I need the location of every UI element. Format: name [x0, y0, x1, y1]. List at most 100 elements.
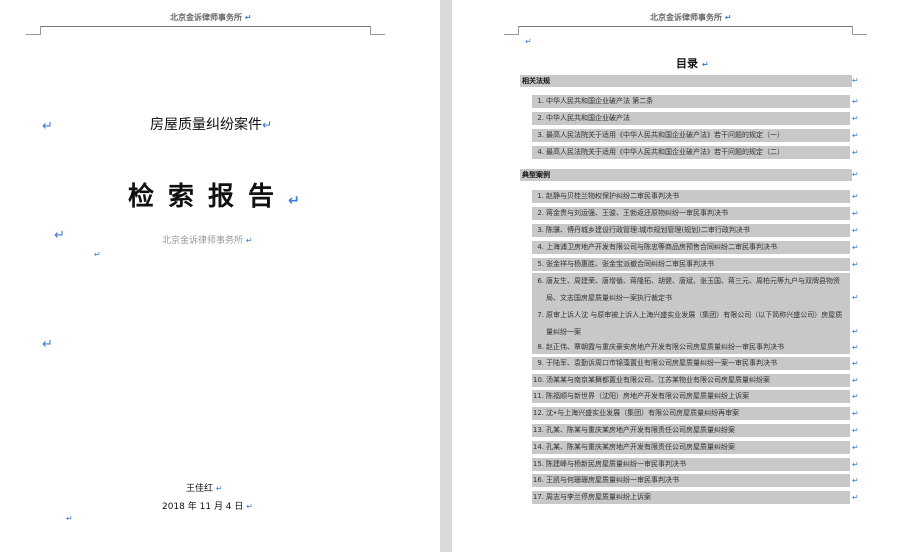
toc-item[interactable]: 5. 张金祥与杨惠胜、张金宝派撤合同纠纷二审民事判决书: [532, 258, 850, 271]
paragraph-mark-icon: ↵: [852, 392, 859, 401]
toc-item-number: 15.: [532, 460, 544, 468]
paragraph-mark-icon: ↵: [852, 343, 859, 352]
page-header: 北京金诉律师事务所 ↵: [170, 13, 252, 22]
firm-name[interactable]: 北京金诉律师事务所 ↵: [162, 233, 253, 246]
toc-item-number: 6.: [537, 277, 544, 285]
paragraph-mark-icon: ↵: [852, 476, 859, 485]
paragraph-mark-icon: ↵: [852, 260, 859, 269]
paragraph-mark-icon: ↵: [852, 97, 859, 106]
header-rule: [518, 26, 852, 27]
left-page: 北京金诉律师事务所 ↵ ↵ 房屋质量纠纷案件↵ 检索报告↵ ↵ 北京金诉律师事务…: [0, 0, 440, 552]
paragraph-mark-icon: ↵: [42, 119, 53, 134]
paragraph-mark-icon: ↵: [852, 243, 859, 252]
margin-corner-right: [370, 26, 385, 35]
toc-item[interactable]: 6. 唐友生、周建荣、唐增循、蒋隆拓、胡健、唐斌、张玉国、蒋三元、周柏元等九户与双…: [532, 273, 850, 307]
toc-item-text: 赵静与贝桂兰物权保护纠纷二审民事判决书: [546, 192, 679, 200]
toc-item-number: 1.: [537, 192, 544, 200]
toc-item-number: 7.: [537, 311, 544, 319]
paragraph-mark-icon: ↵: [852, 293, 859, 302]
toc-item-number: 8.: [537, 343, 544, 351]
paragraph-mark-icon: ↵: [852, 409, 859, 418]
toc-item-text: 最高人民法院关于适用《中华人民共和国企业破产法》若干问题的规定（一）: [546, 131, 784, 139]
paragraph-mark-icon: ↵: [42, 337, 53, 352]
paragraph-mark-icon: ↵: [852, 209, 859, 218]
paragraph-mark-icon: ↵: [852, 131, 859, 140]
toc-item-text: 陈建峰与杨新民房屋质量纠纷一审民事判决书: [546, 460, 686, 468]
toc-item-text: 原审上诉人沈 与原审被上诉人上海兴盛实业发展（集团）有限公司（以下简称兴盛公司）…: [546, 311, 843, 336]
toc-item-number: 17.: [532, 493, 544, 501]
toc-item-number: 14.: [532, 443, 544, 451]
toc-item-text: 唐友生、周建荣、唐增循、蒋隆拓、胡健、唐斌、张玉国、蒋三元、周柏元等九户与双牌县…: [546, 277, 840, 302]
toc-item-text: 中华人民共和国企业破产法: [546, 114, 630, 122]
toc-title[interactable]: 目录 ↵: [676, 55, 709, 71]
toc-item-number: 11.: [532, 392, 544, 400]
paragraph-mark-icon: ↵: [852, 226, 859, 235]
toc-item[interactable]: 11. 陈福顺与新世界（沈阳）房地产开发有限公司房屋质量纠纷上诉案: [532, 390, 850, 403]
toc-item[interactable]: 7. 原审上诉人沈 与原审被上诉人上海兴盛实业发展（集团）有限公司（以下简称兴盛公…: [532, 307, 850, 341]
toc-item[interactable]: 14. 孔某、陈某与重庆某房地产开发有限责任公司房屋质量纠纷案: [532, 441, 850, 454]
toc-item-text: 蒋金贵与刘运强、王骏、王勃返还原物纠纷一审民事判决书: [546, 209, 728, 217]
toc-item-number: 13.: [532, 426, 544, 434]
page-gutter: [440, 0, 452, 552]
author-name[interactable]: 王佳红 ↵: [186, 481, 223, 494]
paragraph-mark-icon: ↵: [852, 170, 859, 179]
toc-item[interactable]: 2. 中华人民共和国企业破产法: [532, 112, 850, 125]
paragraph-mark-icon: ↵: [94, 250, 101, 259]
toc-item[interactable]: 13. 孔某、陈某与重庆某房地产开发有限责任公司房屋质量纠纷案: [532, 424, 850, 437]
toc-item-number: 12.: [532, 409, 544, 417]
paragraph-mark-icon: ↵: [525, 37, 532, 46]
paragraph-mark-icon: ↵: [852, 460, 859, 469]
toc-item[interactable]: 4. 上海浦卫房地产开发有限公司与陈忠等商品房预售合同纠纷二审民事判决书: [532, 241, 850, 254]
toc-item-text: 汤某某与南京某舞都置业有限公司、江苏某物业有限公司房屋质量纠纷案: [546, 376, 770, 384]
header-rule: [40, 26, 370, 27]
toc-item-text: 赵正伟、覃朝霞与重庆豪安房地产开发有限公司房屋质量纠纷一审民事判决书: [546, 343, 784, 351]
toc-item-number: 3.: [537, 226, 544, 234]
toc-item-text: 张金祥与杨惠胜、张金宝派撤合同纠纷二审民事判决书: [546, 260, 714, 268]
toc-item[interactable]: 1. 中华人民共和国企业破产法 第二条: [532, 95, 850, 108]
toc-item-number: 3.: [537, 131, 544, 139]
toc-item[interactable]: 2. 蒋金贵与刘运强、王骏、王勃返还原物纠纷一审民事判决书: [532, 207, 850, 220]
toc-item-number: 4.: [537, 148, 544, 156]
toc-item[interactable]: 17. 周志与李兰停房屋质量纠纷上诉案: [532, 491, 850, 504]
toc-item[interactable]: 3. 最高人民法院关于适用《中华人民共和国企业破产法》若干问题的规定（一）: [532, 129, 850, 142]
toc-section-heading[interactable]: 相关法规: [520, 75, 852, 87]
report-title[interactable]: 检索报告↵: [128, 176, 300, 213]
toc-item[interactable]: 8. 赵正伟、覃朝霞与重庆豪安房地产开发有限公司房屋质量纠纷一审民事判决书: [532, 341, 850, 354]
paragraph-mark-icon: ↵: [66, 514, 73, 523]
report-date[interactable]: 2018 年 11 月 4 日 ↵: [162, 499, 253, 512]
toc-item-number: 1.: [537, 97, 544, 105]
paragraph-mark-icon: ↵: [852, 493, 859, 502]
paragraph-mark-icon: ↵: [852, 192, 859, 201]
paragraph-mark-icon: ↵: [54, 228, 65, 243]
toc-item-text: 沈•与上海兴盛实业发展（集团）有限公司房屋质量纠纷再审案: [546, 409, 740, 417]
toc-item[interactable]: 3. 陈骥、傅丹城乡建设行政管理:城市规划管理(规划)二审行政判决书: [532, 224, 850, 237]
toc-section-heading[interactable]: 典型案例: [520, 169, 852, 181]
margin-corner-right: [852, 26, 867, 35]
toc-item[interactable]: 10. 汤某某与南京某舞都置业有限公司、江苏某物业有限公司房屋质量纠纷案: [532, 374, 850, 387]
toc-item[interactable]: 12. 沈•与上海兴盛实业发展（集团）有限公司房屋质量纠纷再审案: [532, 407, 850, 420]
toc-item-number: 2.: [537, 114, 544, 122]
toc-item[interactable]: 4. 最高人民法院关于适用《中华人民共和国企业破产法》若干问题的规定（二）: [532, 146, 850, 159]
paragraph-mark-icon: ↵: [852, 426, 859, 435]
toc-item-number: 9.: [537, 359, 544, 367]
toc-item-number: 2.: [537, 209, 544, 217]
margin-corner-left: [26, 26, 41, 35]
toc-item-text: 最高人民法院关于适用《中华人民共和国企业破产法》若干问题的规定（二）: [546, 148, 784, 156]
toc-item-text: 孔某、陈某与重庆某房地产开发有限责任公司房屋质量纠纷案: [546, 426, 735, 434]
toc-item-number: 16.: [532, 476, 544, 484]
toc-item[interactable]: 9. 于陆军、袁勤诉周口市锦藻置业有限公司房屋质量纠纷一案一审民事判决书: [532, 357, 850, 370]
toc-item-text: 陈福顺与新世界（沈阳）房地产开发有限公司房屋质量纠纷上诉案: [546, 392, 749, 400]
paragraph-mark-icon: ↵: [852, 148, 859, 157]
paragraph-mark-icon: ↵: [852, 443, 859, 452]
right-page: 北京金诉律师事务所 ↵ ↵ 目录 ↵ 相关法规 ↵ 1. 中华人民共和国企业破产法 第…: [452, 0, 911, 552]
document-title[interactable]: 房屋质量纠纷案件↵: [150, 114, 272, 134]
toc-item[interactable]: 15. 陈建峰与杨新民房屋质量纠纷一审民事判决书: [532, 458, 850, 471]
toc-item[interactable]: 1. 赵静与贝桂兰物权保护纠纷二审民事判决书: [532, 190, 850, 203]
toc-item-text: 周志与李兰停房屋质量纠纷上诉案: [546, 493, 651, 501]
toc-item-text: 上海浦卫房地产开发有限公司与陈忠等商品房预售合同纠纷二审民事判决书: [546, 243, 777, 251]
toc-item[interactable]: 16. 王凯与何珊珊房屋质量纠纷一审民事判决书: [532, 474, 850, 487]
toc-item-text: 中华人民共和国企业破产法 第二条: [546, 97, 654, 105]
toc-item-text: 于陆军、袁勤诉周口市锦藻置业有限公司房屋质量纠纷一案一审民事判决书: [546, 359, 777, 367]
page-header: 北京金诉律师事务所 ↵: [650, 13, 732, 22]
toc-item-text: 王凯与何珊珊房屋质量纠纷一审民事判决书: [546, 476, 679, 484]
